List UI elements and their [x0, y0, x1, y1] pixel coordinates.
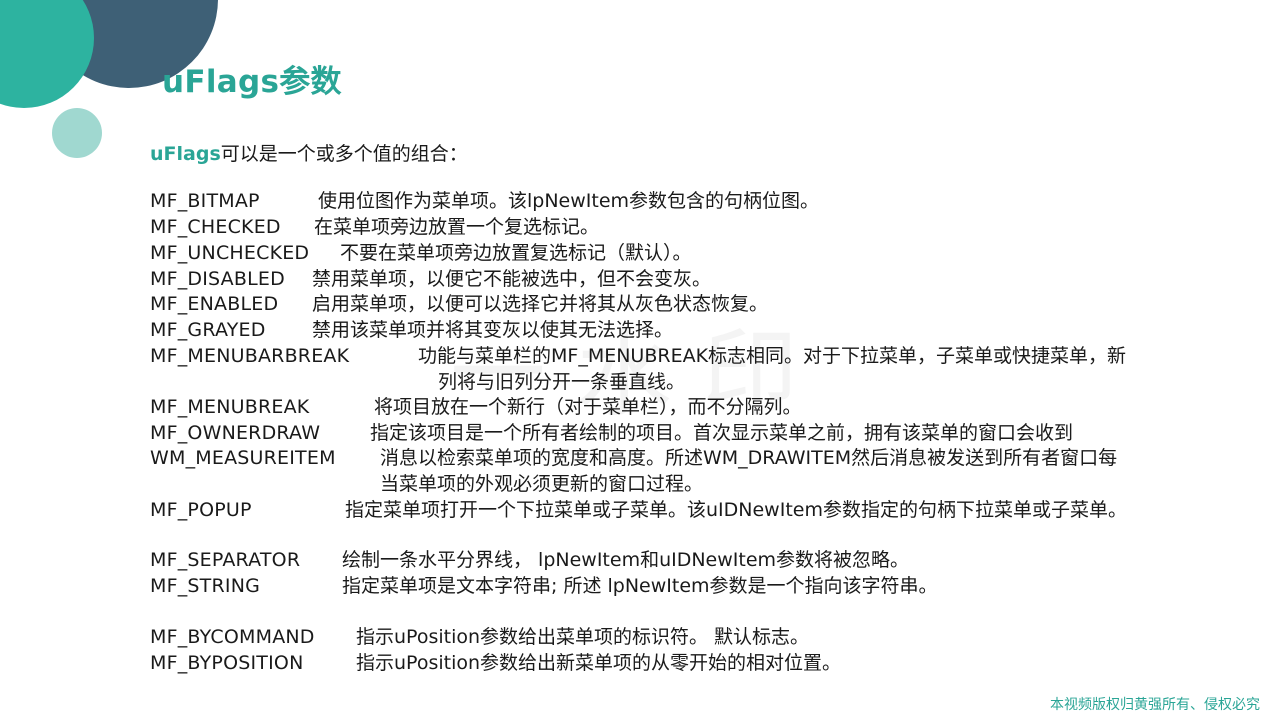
- flag-row-enabled: MF_ENABLED 启用菜单项，以便可以选择它并将其从灰色状态恢复。: [150, 291, 768, 317]
- flag-desc: 在菜单项旁边放置一个复选标记。: [314, 216, 600, 238]
- flag-name: WM_MEASUREITEM: [150, 447, 336, 469]
- flag-desc: 绘制一条水平分界线， lpNewItem和uIDNewItem参数将被忽略。: [342, 549, 910, 571]
- flag-name: MF_MENUBREAK: [150, 396, 310, 418]
- flag-name: MF_BYPOSITION: [150, 652, 304, 674]
- flag-desc: 指示uPosition参数给出新菜单项的从零开始的相对位置。: [356, 652, 842, 674]
- flag-name: MF_ENABLED: [150, 293, 279, 315]
- flag-desc: 禁用菜单项，以便它不能被选中，但不会变灰。: [312, 268, 712, 290]
- flag-name: MF_DISABLED: [150, 268, 285, 290]
- flag-desc-continuation: 列将与旧列分开一条垂直线。: [438, 371, 686, 393]
- flag-row-disabled: MF_DISABLED 禁用菜单项，以便它不能被选中，但不会变灰。: [150, 266, 711, 292]
- flag-row-measureitem: WM_MEASUREITEM 消息以检索菜单项的宽度和高度。所述WM_DRAWI…: [150, 445, 1117, 471]
- flag-row-grayed: MF_GRAYED 禁用该菜单项并将其变灰以使其无法选择。: [150, 317, 673, 343]
- flag-desc: 不要在菜单项旁边放置复选标记（默认）。: [340, 242, 692, 264]
- flag-desc: 使用位图作为菜单项。该lpNewItem参数包含的句柄位图。: [318, 190, 820, 212]
- flag-row-menubarbreak: MF_MENUBARBREAK 功能与菜单栏的MF_MENUBREAK标志相同。…: [150, 343, 1126, 369]
- flag-desc: 指定菜单项是文本字符串; 所述 lpNewItem参数是一个指向该字符串。: [342, 575, 938, 597]
- flag-desc: 将项目放在一个新行（对于菜单栏），而不分隔列。: [374, 396, 802, 418]
- flag-row-string: MF_STRING 指定菜单项是文本字符串; 所述 lpNewItem参数是一个…: [150, 573, 938, 599]
- flag-name: MF_STRING: [150, 575, 261, 597]
- slide-title: uFlags参数: [162, 64, 342, 100]
- decor-circle-light: [52, 108, 102, 158]
- flag-row-popup: MF_POPUP 指定菜单项打开一个下拉菜单或子菜单。该uIDNewItem参数…: [150, 497, 1127, 523]
- flag-name: MF_BYCOMMAND: [150, 626, 315, 648]
- flag-row-checked: MF_CHECKED 在菜单项旁边放置一个复选标记。: [150, 214, 599, 240]
- flag-name: MF_OWNERDRAW: [150, 422, 321, 444]
- flag-row-bycommand: MF_BYCOMMAND 指示uPosition参数给出菜单项的标识符。 默认标…: [150, 624, 809, 650]
- flag-name: MF_UNCHECKED: [150, 242, 310, 264]
- flag-row-separator: MF_SEPARATOR 绘制一条水平分界线， lpNewItem和uIDNew…: [150, 547, 909, 573]
- flag-desc: 禁用该菜单项并将其变灰以使其无法选择。: [312, 319, 674, 341]
- flag-desc: 消息以检索菜单项的宽度和高度。所述WM_DRAWITEM然后消息被发送到所有者窗…: [380, 447, 1118, 469]
- flag-name: MF_MENUBARBREAK: [150, 345, 350, 367]
- flag-desc: 功能与菜单栏的MF_MENUBREAK标志相同。对于下拉菜单，子菜单或快捷菜单，…: [418, 345, 1127, 367]
- flag-row-bitmap: MF_BITMAP 使用位图作为菜单项。该lpNewItem参数包含的句柄位图。: [150, 188, 819, 214]
- flag-desc: 指定菜单项打开一个下拉菜单或子菜单。该uIDNewItem参数指定的句柄下拉菜单…: [345, 499, 1127, 521]
- flag-name: MF_BITMAP: [150, 190, 260, 212]
- decor-circle-teal: [0, 0, 94, 108]
- intro-line: uFlags可以是一个或多个值的组合：: [150, 139, 468, 166]
- intro-keyword: uFlags: [150, 143, 221, 165]
- intro-text: 可以是一个或多个值的组合：: [220, 143, 468, 165]
- flag-name: MF_GRAYED: [150, 319, 266, 341]
- flag-name: MF_POPUP: [150, 499, 252, 521]
- flag-row-byposition: MF_BYPOSITION 指示uPosition参数给出新菜单项的从零开始的相…: [150, 650, 841, 676]
- flag-name: MF_CHECKED: [150, 216, 281, 238]
- flag-row-ownerdraw: MF_OWNERDRAW 指定该项目是一个所有者绘制的项目。首次显示菜单之前，拥…: [150, 420, 1073, 446]
- flag-desc: 指定该项目是一个所有者绘制的项目。首次显示菜单之前，拥有该菜单的窗口会收到: [370, 422, 1074, 444]
- flag-desc-continuation: 当菜单项的外观必须更新的窗口过程。: [380, 473, 704, 495]
- flag-desc: 指示uPosition参数给出菜单项的标识符。 默认标志。: [356, 626, 810, 648]
- copyright-notice: 本视频版权归黄强所有、侵权必究: [1050, 697, 1260, 713]
- flag-row-unchecked: MF_UNCHECKED 不要在菜单项旁边放置复选标记（默认）。: [150, 240, 692, 266]
- flag-name: MF_SEPARATOR: [150, 549, 301, 571]
- flag-desc: 启用菜单项，以便可以选择它并将其从灰色状态恢复。: [312, 293, 769, 315]
- flag-row-menubreak: MF_MENUBREAK 将项目放在一个新行（对于菜单栏），而不分隔列。: [150, 394, 802, 420]
